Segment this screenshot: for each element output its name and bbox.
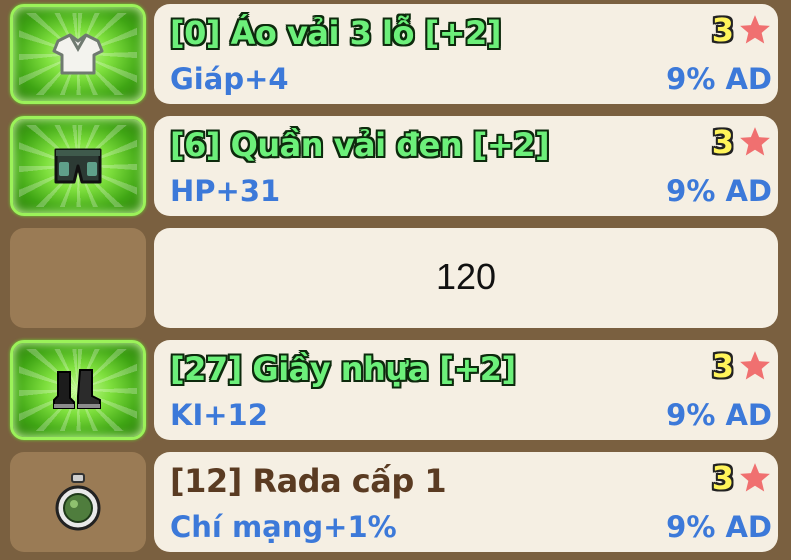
item-slot[interactable] [10, 340, 146, 440]
item-name: [27] Giầy nhựa [+2] [170, 350, 516, 388]
boots-icon [53, 369, 101, 409]
star-icon [740, 127, 770, 156]
item-stat: HP+31 [170, 174, 281, 208]
star-icon [740, 463, 770, 492]
star-rating: 3 [712, 346, 772, 386]
star-count: 3 [711, 347, 734, 385]
star-icon [740, 15, 770, 44]
item-stat: KI+12 [170, 398, 268, 432]
shirt-icon [52, 33, 104, 75]
star-icon [740, 351, 770, 380]
item-slot[interactable] [10, 452, 146, 552]
radar-icon [55, 473, 101, 531]
item-card[interactable]: [6] Quần vải đen [+2] 3 HP+31 9% AD [154, 116, 778, 216]
pants-icon [54, 148, 102, 184]
star-rating: 3 [712, 10, 772, 50]
star-count: 3 [711, 123, 734, 161]
star-rating: 3 [712, 122, 772, 162]
item-slot[interactable] [10, 4, 146, 104]
item-percent: 9% AD [666, 62, 772, 96]
item-name: [0] Áo vải 3 lỗ [+2] [170, 14, 501, 52]
item-percent: 9% AD [666, 510, 772, 544]
item-stat: Chí mạng+1% [170, 510, 397, 544]
star-count: 3 [711, 11, 734, 49]
item-percent: 9% AD [666, 398, 772, 432]
item-stat: Giáp+4 [170, 62, 289, 96]
item-name: [6] Quần vải đen [+2] [170, 126, 550, 164]
empty-slot[interactable] [10, 228, 146, 328]
empty-card[interactable]: 120 [154, 228, 778, 328]
item-slot[interactable] [10, 116, 146, 216]
item-card[interactable]: [0] Áo vải 3 lỗ [+2] 3 Giáp+4 9% AD [154, 4, 778, 104]
item-card[interactable]: [27] Giầy nhựa [+2] 3 KI+12 9% AD [154, 340, 778, 440]
star-rating: 3 [712, 458, 772, 498]
item-name: [12] Rada cấp 1 [170, 462, 447, 500]
item-card[interactable]: [12] Rada cấp 1 3 Chí mạng+1% 9% AD [154, 452, 778, 552]
empty-slot-number: 120 [435, 256, 497, 297]
star-count: 3 [711, 459, 734, 497]
item-percent: 9% AD [666, 174, 772, 208]
